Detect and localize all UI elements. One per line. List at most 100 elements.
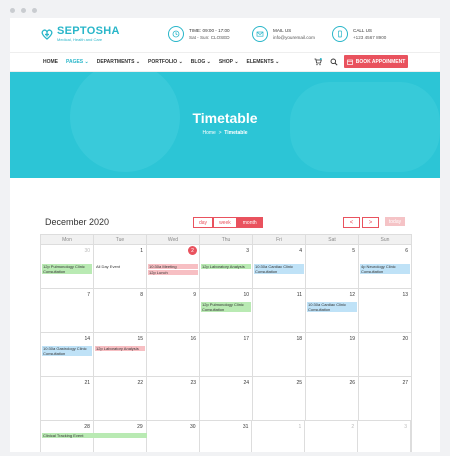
calendar-event[interactable]: 12p Pulmonology Clinic Consultation (201, 302, 251, 312)
calendar-event[interactable]: 12p Laboratory Analysis (95, 346, 145, 351)
calendar-day[interactable]: 31 (200, 421, 253, 452)
logo-mark-icon (41, 29, 53, 40)
day-number: 28 (84, 424, 90, 430)
calendar-day[interactable]: 23 (147, 377, 200, 420)
calendar-event[interactable]: Clinical Tracking Event (42, 433, 147, 438)
calendar-event[interactable]: 12p Laboratory Analysis (201, 264, 251, 269)
day-number: 9 (193, 292, 196, 298)
calendar-day[interactable]: 11 (253, 289, 306, 332)
book-appointment-button[interactable]: BOOK APPOINMENT (344, 55, 408, 68)
mail-icon (252, 26, 268, 42)
calendar-day[interactable]: 10 12p Pulmonology Clinic Consultation (200, 289, 253, 332)
calendar-day[interactable]: 21 (41, 377, 94, 420)
nav-portfolio[interactable]: PORTFOLIO ⌄ (148, 59, 183, 65)
calendar-day[interactable]: 17 (200, 333, 253, 376)
day-number: 17 (243, 336, 249, 342)
calendar-day[interactable]: 7 (41, 289, 94, 332)
chevron-right-icon: > (368, 219, 373, 226)
day-number: 12 (349, 292, 355, 298)
calendar-event[interactable]: 10:30a Meeting (148, 264, 198, 269)
phone-icon (332, 26, 348, 42)
search-icon[interactable] (330, 58, 338, 66)
nav-shop[interactable]: SHOP ⌄ (219, 59, 239, 65)
day-number: 15 (137, 336, 143, 342)
calendar-day[interactable]: 24 (200, 377, 253, 420)
prev-month-button[interactable]: < (343, 217, 360, 228)
chevron-down-icon: ⌄ (275, 59, 280, 65)
calendar-week: 30 12p Pulmonology Clinic Consultation 1… (41, 245, 411, 289)
calendar-day[interactable]: 8 (94, 289, 147, 332)
logo[interactable]: SEPTOSHA Medical, Health and Care (40, 26, 120, 42)
view-day-button[interactable]: day (193, 217, 214, 228)
breadcrumb-home[interactable]: Home (202, 130, 215, 136)
day-number: 23 (190, 380, 196, 386)
calendar-event[interactable]: 10:30a Gastrology Clinic Consultation (42, 346, 92, 356)
view-switcher: day week month (193, 217, 263, 228)
breadcrumb-current: Timetable (224, 130, 248, 136)
calendar-event[interactable]: All Day Event (95, 264, 145, 269)
month-grid: Mon Tue Wed Thu Fri Sat Sun 30 12p Pulmo… (40, 234, 412, 452)
nav-pages[interactable]: PAGES ⌄ (66, 59, 89, 65)
mail-line2[interactable]: info@youremail.com (273, 34, 315, 41)
calendar-event[interactable]: 12p Pulmonology Clinic Consultation (42, 264, 92, 274)
calendar-day[interactable]: 16 (147, 333, 200, 376)
day-number: 22 (137, 380, 143, 386)
calendar-day[interactable]: 5 (306, 245, 359, 288)
day-number: 14 (84, 336, 90, 342)
breadcrumb: Home > Timetable (10, 130, 440, 136)
today-button[interactable]: today (385, 217, 405, 226)
calendar-day[interactable]: 4 10:30a Cardiac Clinic Consultation (253, 245, 306, 288)
calendar-day[interactable]: 3 (358, 421, 412, 452)
calendar-event[interactable]: 12p Lunch (148, 270, 198, 275)
top-header: SEPTOSHA Medical, Health and Care TIME: … (10, 18, 440, 52)
calendar-day[interactable]: 1 All Day Event (94, 245, 147, 288)
weekday-label: Thu (200, 235, 253, 244)
calendar-day[interactable]: 30 12p Pulmonology Clinic Consultation (41, 245, 94, 288)
calendar-week: 14 10:30a Gastrology Clinic Consultation… (41, 333, 411, 377)
weekday-label: Fri (253, 235, 306, 244)
hours-line1: TIME: 09:00 - 17:00 (189, 28, 230, 33)
day-number: 4 (299, 248, 302, 254)
calendar-day[interactable]: 26 (306, 377, 359, 420)
view-week-button[interactable]: week (213, 217, 237, 228)
calendar-day[interactable]: 6 4p Neurology Clinic Consultation (359, 245, 411, 288)
next-month-button[interactable]: > (362, 217, 379, 228)
calendar-event[interactable]: 10:30a Cardiac Clinic Consultation (307, 302, 357, 312)
calendar-day[interactable]: 9 (147, 289, 200, 332)
calendar-day[interactable]: 19 (306, 333, 359, 376)
nav-blog[interactable]: BLOG ⌄ (191, 59, 211, 65)
nav-elements[interactable]: ELEMENTS ⌄ (247, 59, 280, 65)
calendar-day[interactable]: 18 (253, 333, 306, 376)
day-number: 26 (349, 380, 355, 386)
calendar-day[interactable]: 15 12p Laboratory Analysis (94, 333, 147, 376)
nav-home[interactable]: HOME (43, 59, 58, 65)
phone-line2[interactable]: +123 4567 8900 (353, 34, 386, 41)
calendar-day[interactable]: 20 (359, 333, 411, 376)
calendar-day[interactable]: 2 (305, 421, 359, 452)
hours-line2: Sat - Sun: CLOSED (189, 35, 230, 40)
calendar-day[interactable]: 25 (253, 377, 306, 420)
calendar-day[interactable]: 1 (252, 421, 306, 452)
calendar-day[interactable]: 30 (147, 421, 200, 452)
nav-departments[interactable]: DEPARTMENTS ⌄ (97, 59, 140, 65)
calendar-day[interactable]: 27 (359, 377, 411, 420)
day-number: 24 (243, 380, 249, 386)
calendar-day[interactable]: 22 (94, 377, 147, 420)
calendar-day[interactable]: 13 (359, 289, 411, 332)
calendar-day[interactable]: 12 10:30a Cardiac Clinic Consultation (306, 289, 359, 332)
day-number: 6 (405, 248, 408, 254)
cart-icon[interactable] (314, 58, 322, 66)
phone-line1: CALL US (353, 28, 372, 33)
page-frame: SEPTOSHA Medical, Health and Care TIME: … (10, 18, 440, 452)
day-number: 13 (402, 292, 408, 298)
brand-name: SEPTOSHA (57, 25, 120, 37)
calendar-event[interactable]: 4p Neurology Clinic Consultation (360, 264, 410, 274)
calendar-event[interactable]: 10:30a Cardiac Clinic Consultation (254, 264, 304, 274)
contact-hours: TIME: 09:00 - 17:00 Sat - Sun: CLOSED (168, 26, 230, 42)
view-month-button[interactable]: month (236, 217, 263, 228)
calendar-day[interactable]: 14 10:30a Gastrology Clinic Consultation (41, 333, 94, 376)
calendar-day[interactable]: 3 12p Laboratory Analysis (200, 245, 253, 288)
calendar-day[interactable]: 2 10:30a Meeting 12p Lunch (147, 245, 200, 288)
day-number: 8 (140, 292, 143, 298)
calendar-title: December 2020 (45, 217, 110, 227)
